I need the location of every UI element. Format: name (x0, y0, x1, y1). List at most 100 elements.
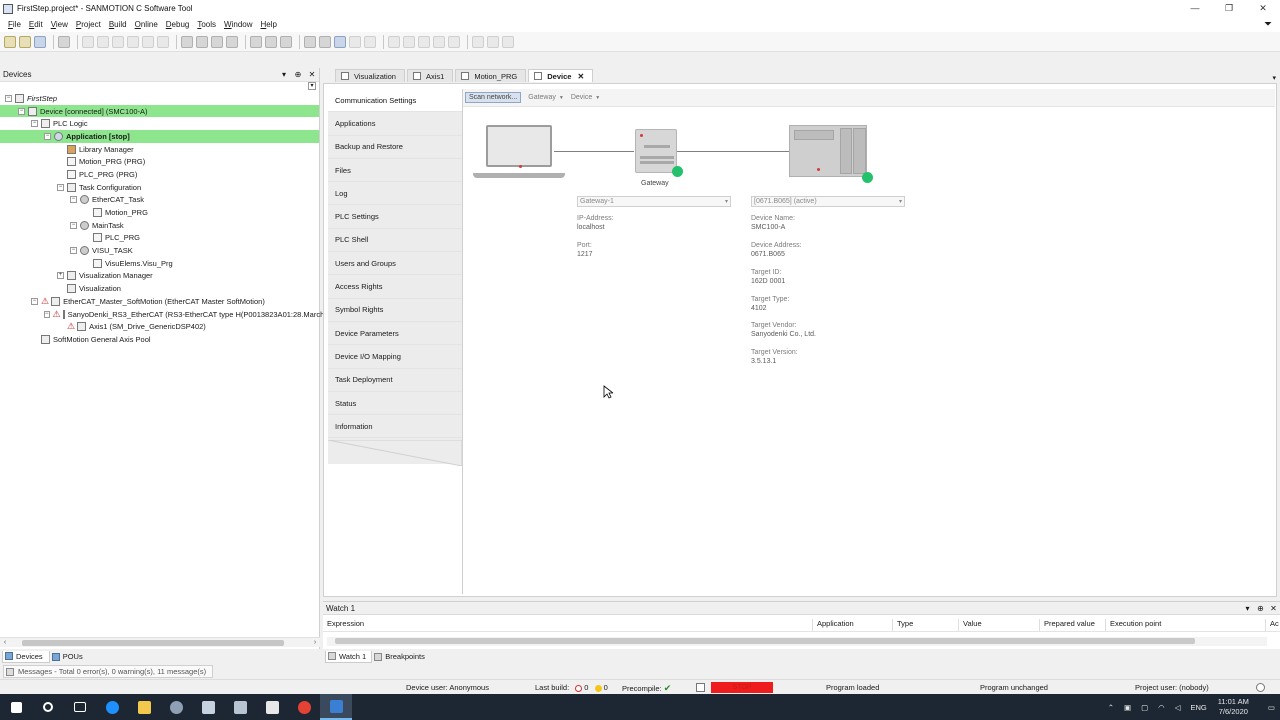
tab-motion-prg[interactable]: Motion_PRG (455, 69, 527, 82)
login-icon[interactable] (304, 35, 316, 48)
menu-debug[interactable]: Debug (162, 20, 194, 29)
find-next-icon[interactable] (196, 35, 208, 48)
tree-node[interactable]: Motion_PRG (PRG) (0, 155, 319, 168)
settings-app-icon[interactable] (160, 694, 192, 720)
tree-node[interactable]: − Application [stop] (0, 130, 319, 143)
gateway-select[interactable]: Gateway-1 ▾ (577, 196, 731, 207)
chrome-icon[interactable] (288, 694, 320, 720)
bookmark-icon[interactable] (250, 35, 262, 48)
language-indicator[interactable]: ENG (1191, 703, 1207, 712)
devices-horizontal-scrollbar[interactable]: ‹ › (0, 637, 320, 647)
col-execution-point[interactable]: Execution point (1106, 619, 1266, 631)
tab-watch1[interactable]: Watch 1 (325, 650, 373, 663)
tree-node[interactable]: − EtherCAT_Task (0, 194, 319, 207)
replace-icon[interactable] (226, 35, 238, 48)
tree-dropdown-icon[interactable]: ▾ (308, 82, 316, 90)
force-values-icon[interactable] (487, 35, 499, 48)
restore-button[interactable]: ❐ (1212, 0, 1246, 17)
device-nav-item[interactable]: Log (328, 182, 462, 206)
menu-file[interactable]: File (4, 20, 25, 29)
paste-icon[interactable] (142, 35, 154, 48)
panel-menu-icon[interactable]: ▾ (277, 70, 291, 79)
tree-node[interactable]: Visualization (0, 282, 319, 295)
scroll-thumb[interactable] (22, 639, 284, 646)
device-nav-item[interactable]: Device Parameters (328, 322, 462, 346)
col-value[interactable]: Value (959, 619, 1040, 631)
unforce-values-icon[interactable] (502, 35, 514, 48)
delete-icon[interactable] (157, 35, 169, 48)
tray-device-icon[interactable]: ▢ (1141, 703, 1148, 712)
print-icon[interactable] (58, 35, 70, 48)
tree-expander-icon[interactable]: − (57, 183, 64, 191)
pin-icon[interactable]: ⊕ (1254, 604, 1267, 613)
network-app-icon[interactable] (224, 694, 256, 720)
tab-close-icon[interactable]: ✕ (577, 72, 584, 81)
tree-node[interactable]: ⚠ Axis1 (SM_Drive_GenericDSP402) (0, 320, 319, 333)
menu-view[interactable]: View (47, 20, 72, 29)
calculator-icon[interactable] (256, 694, 288, 720)
tree-expander-icon[interactable]: − (70, 196, 77, 204)
col-application[interactable]: Application (813, 619, 893, 631)
rebuild-icon[interactable] (280, 35, 292, 48)
panel-menu-icon[interactable]: ▾ (1241, 604, 1254, 613)
logout-icon[interactable] (319, 35, 331, 48)
start-icon[interactable] (0, 694, 32, 720)
watch-horizontal-scrollbar[interactable] (327, 637, 1267, 646)
device-nav-item[interactable]: Device I/O Mapping (328, 345, 462, 369)
tree-node[interactable]: PLC_PRG (PRG) (0, 168, 319, 181)
tree-node[interactable]: Library Manager (0, 143, 319, 156)
tree-node[interactable]: − ⚠ EtherCAT_Master_SoftMotion (EtherCAT M… (0, 295, 319, 308)
network-icon[interactable]: ◠ (1158, 703, 1165, 712)
tree-node[interactable]: − Device [connected] (SMC100-A) (0, 104, 319, 118)
col-type[interactable]: Type (893, 619, 959, 631)
tree-expander-icon[interactable]: − (5, 94, 12, 102)
undo-icon[interactable] (82, 35, 94, 48)
tree-node[interactable]: PLC_PRG (0, 232, 319, 245)
tab-axis1[interactable]: Axis1 (406, 69, 454, 82)
menu-help[interactable]: Help (257, 20, 281, 29)
run-to-cursor-icon[interactable] (433, 35, 445, 48)
device-nav-item[interactable]: Applications (328, 112, 462, 136)
device-nav-item[interactable]: Task Deployment (328, 369, 462, 392)
tray-app-icon[interactable]: ▣ (1124, 703, 1131, 712)
info-icon[interactable] (1256, 683, 1265, 692)
scroll-right-icon[interactable]: › (310, 639, 320, 646)
col-expression[interactable]: Expression (323, 619, 813, 631)
device-nav-item[interactable]: Backup and Restore (328, 136, 462, 159)
device-nav-item[interactable]: Users and Groups (328, 252, 462, 276)
tab-breakpoints[interactable]: Breakpoints (372, 651, 430, 663)
device-nav-item[interactable]: Access Rights (328, 275, 462, 299)
menu-edit[interactable]: Edit (25, 20, 47, 29)
device-nav-item[interactable]: Status (328, 392, 462, 416)
gateway-icon[interactable] (635, 129, 677, 173)
save-icon[interactable] (34, 35, 46, 48)
panel-close-icon[interactable]: ✕ (1267, 604, 1280, 613)
tree-node[interactable]: − VISU_TASK (0, 244, 319, 257)
menu-project[interactable]: Project (72, 20, 105, 29)
device-nav-item[interactable]: Files (328, 159, 462, 183)
reset-icon[interactable] (364, 35, 376, 48)
gateway-menu[interactable]: Gateway ▼ (528, 94, 564, 101)
tree-expander-icon[interactable]: − (70, 247, 77, 255)
tab-visualization[interactable]: Visualization (335, 69, 405, 82)
notifications-icon[interactable]: ▭ (1268, 703, 1275, 712)
cut-icon[interactable] (112, 35, 124, 48)
scroll-thumb[interactable] (335, 638, 1195, 644)
menu-tools[interactable]: Tools (193, 20, 220, 29)
menu-online[interactable]: Online (131, 20, 162, 29)
stop-icon[interactable] (349, 35, 361, 48)
scan-network-button[interactable]: Scan network... (465, 92, 522, 103)
tree-node[interactable]: − MainTask (0, 219, 319, 232)
device-nav-item[interactable]: PLC Shell (328, 229, 462, 253)
user-icon[interactable] (696, 683, 705, 692)
tree-node[interactable]: + Visualization Manager (0, 270, 319, 283)
device-nav-item[interactable]: Symbol Rights (328, 299, 462, 322)
menu-build[interactable]: Build (105, 20, 131, 29)
plc-device-icon[interactable] (789, 125, 867, 177)
tree-expander-icon[interactable]: − (18, 107, 25, 115)
tab-pous[interactable]: POUs (50, 651, 89, 663)
messages-tab[interactable]: Messages - Total 0 error(s), 0 warning(s… (3, 665, 214, 678)
tree-expander-icon[interactable]: − (31, 297, 38, 305)
minimize-button[interactable]: — (1178, 0, 1212, 17)
tool-app-icon[interactable] (192, 694, 224, 720)
